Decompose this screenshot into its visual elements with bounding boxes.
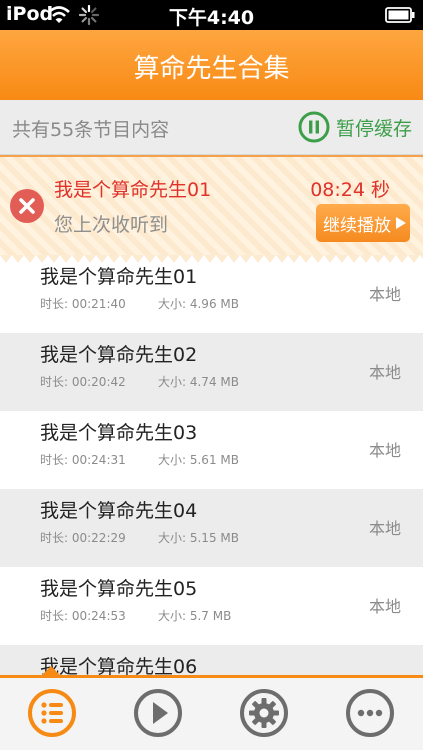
episode-duration: 时长: 00:24:31 xyxy=(40,453,126,467)
episode-duration: 时长: 00:22:29 xyxy=(40,531,126,545)
episode-size: 大小: 5.7 MB xyxy=(158,609,232,623)
list-icon xyxy=(28,689,76,737)
episode-name: 我是个算命先生04 xyxy=(40,500,198,522)
tab-more[interactable] xyxy=(344,687,396,739)
resume-subtitle: 您上次收听到 xyxy=(54,214,169,236)
episode-size: 大小: 4.96 MB xyxy=(158,297,239,311)
episode-name: 我是个算命先生02 xyxy=(40,344,198,366)
gear-icon xyxy=(240,689,288,737)
episode-list[interactable]: 我是个算命先生01 时长: 00:21:40 大小: 4.96 MB 本地 我是… xyxy=(0,255,423,678)
pause-icon xyxy=(298,111,330,143)
battery-icon xyxy=(385,7,415,23)
episode-name: 我是个算命先生01 xyxy=(40,266,198,288)
tab-bar xyxy=(0,666,423,750)
episode-duration: 时长: 00:21:40 xyxy=(40,297,126,311)
close-icon[interactable] xyxy=(9,188,45,224)
more-icon xyxy=(346,689,394,737)
episode-location: 本地 xyxy=(368,597,401,616)
tab-play[interactable] xyxy=(132,687,184,739)
nav-bar: 算命先生合集 xyxy=(0,30,423,100)
status-time: 下午4:40 xyxy=(168,7,255,29)
episode-name: 我是个算命先生05 xyxy=(40,578,198,600)
list-item[interactable]: 我是个算命先生06 xyxy=(0,645,423,678)
list-item[interactable]: 我是个算命先生01 时长: 00:21:40 大小: 4.96 MB 本地 xyxy=(0,255,423,333)
tab-list[interactable] xyxy=(26,687,78,739)
pause-cache-button[interactable]: 暂停缓存 xyxy=(298,110,412,144)
resume-time: 08:24 秒 xyxy=(310,179,390,201)
continue-play-label: 继续播放 xyxy=(323,215,391,236)
resume-title: 我是个算命先生01 xyxy=(54,179,212,201)
episode-duration: 时长: 00:20:42 xyxy=(40,375,126,389)
list-item[interactable]: 我是个算命先生05 时长: 00:24:53 大小: 5.7 MB 本地 xyxy=(0,567,423,645)
status-bar: iPod 下午4:40 xyxy=(0,0,423,30)
page-title: 算命先生合集 xyxy=(133,54,290,84)
active-tab-indicator xyxy=(42,666,60,675)
list-item[interactable]: 我是个算命先生02 时长: 00:20:42 大小: 4.74 MB 本地 xyxy=(0,333,423,411)
resume-banner: 我是个算命先生01 08:24 秒 您上次收听到 继续播放 xyxy=(0,155,423,263)
list-item[interactable]: 我是个算命先生04 时长: 00:22:29 大小: 5.15 MB 本地 xyxy=(0,489,423,567)
episode-location: 本地 xyxy=(368,441,401,460)
episode-location: 本地 xyxy=(368,285,401,304)
episode-location: 本地 xyxy=(368,363,401,382)
play-arrow-icon xyxy=(396,217,406,229)
episode-size: 大小: 5.61 MB xyxy=(158,453,239,467)
continue-play-button[interactable]: 继续播放 xyxy=(316,204,410,242)
tab-settings[interactable] xyxy=(238,687,290,739)
episode-count-label: 共有55条节目内容 xyxy=(12,119,170,141)
play-icon xyxy=(134,689,182,737)
episode-name: 我是个算命先生03 xyxy=(40,422,198,444)
list-item[interactable]: 我是个算命先生03 时长: 00:24:31 大小: 5.61 MB 本地 xyxy=(0,411,423,489)
info-bar: 共有55条节目内容 暂停缓存 xyxy=(0,100,423,155)
episode-size: 大小: 5.15 MB xyxy=(158,531,239,545)
pause-cache-label: 暂停缓存 xyxy=(336,117,413,140)
episode-size: 大小: 4.74 MB xyxy=(158,375,239,389)
episode-duration: 时长: 00:24:53 xyxy=(40,609,126,623)
episode-location: 本地 xyxy=(368,519,401,538)
